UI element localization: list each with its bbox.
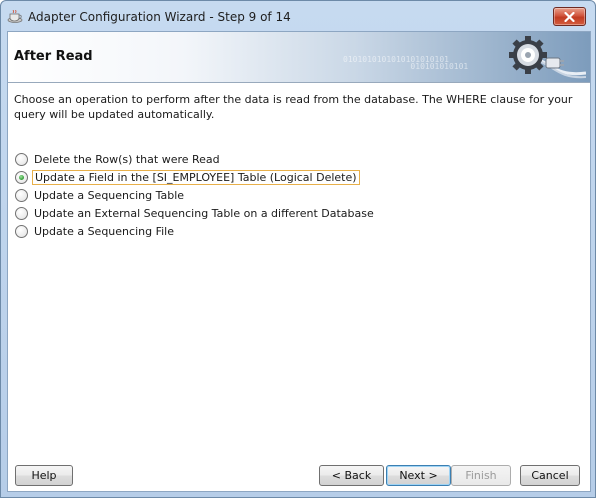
option-label[interactable]: Update a Field in the [SI_EMPLOYEE] Tabl… [32, 169, 360, 185]
finish-button[interactable]: Finish [451, 465, 511, 486]
option-label[interactable]: Update an External Sequencing Table on a… [32, 206, 376, 221]
title-bar[interactable]: Adapter Configuration Wizard - Step 9 of… [1, 1, 595, 31]
step-title: After Read [14, 49, 93, 64]
radio-button-selected[interactable] [15, 170, 28, 184]
after-read-options: Delete the Row(s) that were Read Update … [15, 150, 376, 240]
option-label[interactable]: Delete the Row(s) that were Read [32, 152, 222, 167]
wizard-window: Adapter Configuration Wizard - Step 9 of… [0, 0, 596, 498]
option-delete-rows[interactable]: Delete the Row(s) that were Read [15, 150, 376, 168]
option-update-sequencing-table[interactable]: Update a Sequencing Table [15, 186, 376, 204]
close-button[interactable] [553, 7, 586, 26]
option-label[interactable]: Update a Sequencing Table [32, 188, 186, 203]
radio-button[interactable] [15, 224, 28, 238]
option-update-sequencing-file[interactable]: Update a Sequencing File [15, 222, 376, 240]
radio-button[interactable] [15, 188, 28, 202]
coffee-cup-icon [7, 10, 23, 23]
cancel-button[interactable]: Cancel [520, 465, 580, 486]
window-title: Adapter Configuration Wizard - Step 9 of… [28, 10, 291, 24]
next-button[interactable]: Next > [386, 465, 451, 486]
close-icon [564, 11, 575, 22]
radio-button[interactable] [15, 152, 28, 166]
option-label[interactable]: Update a Sequencing File [32, 224, 176, 239]
step-banner: After Read 0101010101010101010101 010101… [8, 32, 590, 83]
step-description: Choose an operation to perform after the… [14, 93, 573, 121]
binary-watermark: 0101010101010101010101 010101010101 [343, 55, 469, 71]
wizard-content: After Read 0101010101010101010101 010101… [7, 31, 591, 492]
gear-plug-icon [509, 36, 586, 79]
help-button[interactable]: Help [15, 465, 73, 486]
back-button[interactable]: < Back [319, 465, 384, 486]
option-update-external-sequencing-table[interactable]: Update an External Sequencing Table on a… [15, 204, 376, 222]
option-update-field-logical-delete[interactable]: Update a Field in the [SI_EMPLOYEE] Tabl… [15, 168, 376, 186]
radio-button[interactable] [15, 206, 28, 220]
